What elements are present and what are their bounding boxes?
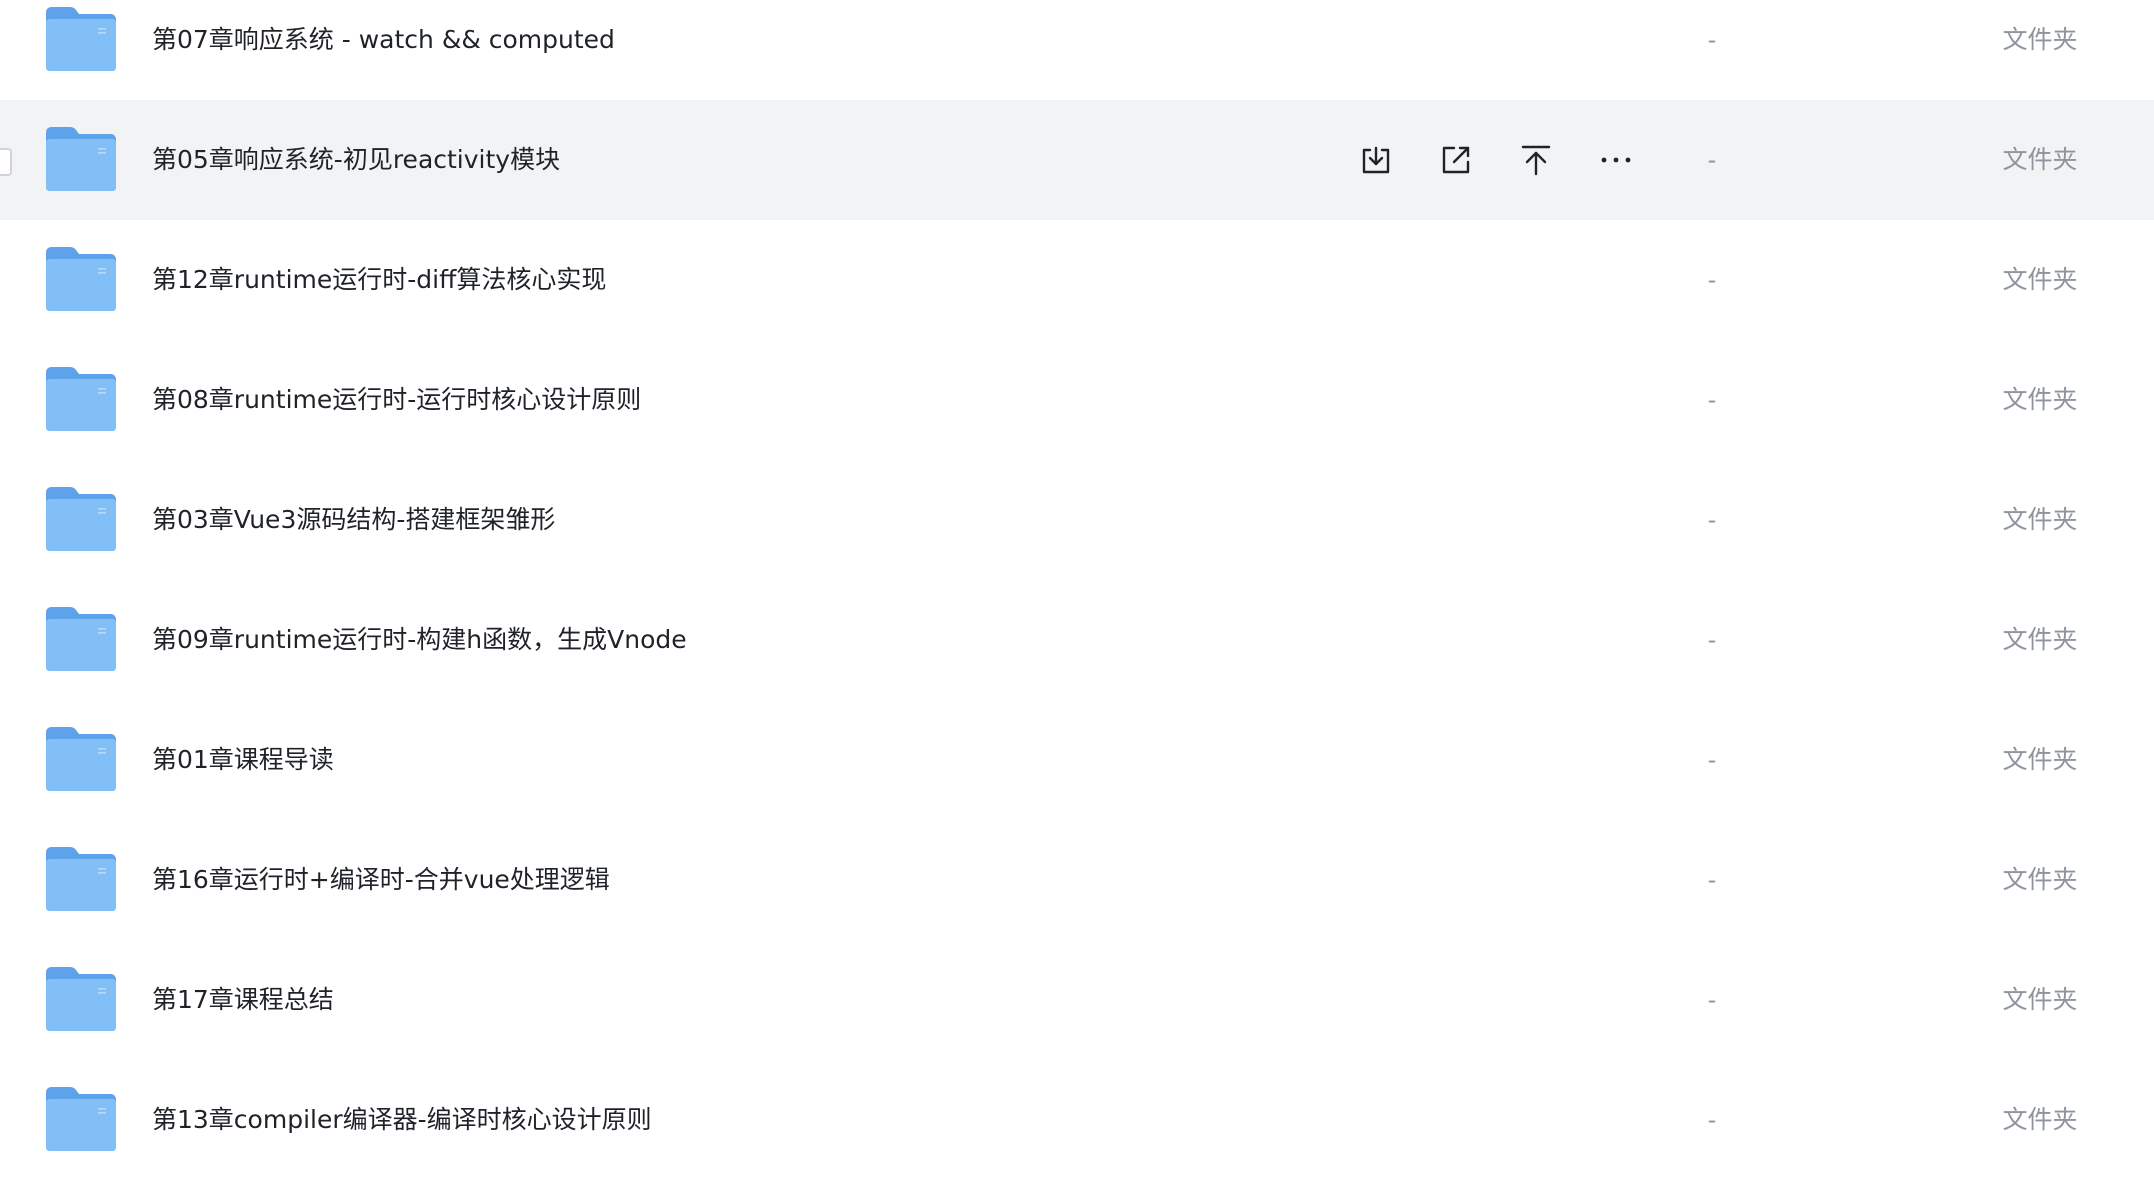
share-icon (1442, 146, 1470, 174)
file-size: - (1707, 1106, 1717, 1134)
file-type: 文件夹 (2002, 625, 2078, 654)
file-type: 文件夹 (2002, 25, 2078, 54)
file-type: 文件夹 (2002, 1105, 2078, 1134)
file-row[interactable]: 第08章runtime运行时-运行时核心设计原则 - 文件夹 (0, 340, 2154, 460)
file-size: - (1707, 626, 1717, 654)
file-name[interactable]: 第13章compiler编译器-编译时核心设计原则 (152, 1060, 652, 1180)
file-size: - (1707, 746, 1717, 774)
file-name[interactable]: 第17章课程总结 (152, 940, 334, 1060)
file-type: 文件夹 (2002, 865, 2078, 894)
file-row[interactable]: 第12章runtime运行时-diff算法核心实现 - 文件夹 (0, 220, 2154, 340)
file-size: - (1707, 506, 1717, 534)
file-list: 第07章响应系统 - watch && computed - 文件夹 第05章响… (0, 0, 2154, 1180)
file-name[interactable]: 第08章runtime运行时-运行时核心设计原则 (152, 340, 641, 460)
move-to-top-icon (1521, 145, 1551, 176)
file-row[interactable]: 第03章Vue3源码结构-搭建框架雏形 - 文件夹 (0, 460, 2154, 580)
file-name[interactable]: 第05章响应系统-初见reactivity模块 (152, 100, 560, 220)
file-row[interactable]: 第13章compiler编译器-编译时核心设计原则 - 文件夹 (0, 1060, 2154, 1180)
file-type: 文件夹 (2002, 745, 2078, 774)
file-size: - (1707, 866, 1717, 894)
file-size: - (1707, 386, 1717, 414)
file-row[interactable]: 第07章响应系统 - watch && computed - 文件夹 (0, 0, 2154, 100)
folder-icon (46, 967, 116, 1031)
row-checkbox[interactable] (0, 148, 12, 176)
file-name[interactable]: 第03章Vue3源码结构-搭建框架雏形 (152, 460, 555, 580)
download-button[interactable] (1336, 130, 1416, 190)
row-actions (1336, 130, 1656, 190)
folder-icon (46, 847, 116, 911)
file-type: 文件夹 (2002, 985, 2078, 1014)
file-size: - (1707, 26, 1717, 54)
file-type: 文件夹 (2002, 505, 2078, 534)
file-row[interactable]: 第09章runtime运行时-构建h函数，生成Vnode - 文件夹 (0, 580, 2154, 700)
file-size: - (1707, 266, 1717, 294)
folder-icon (46, 367, 116, 431)
file-name[interactable]: 第16章运行时+编译时-合并vue处理逻辑 (152, 820, 610, 940)
move-to-top-button[interactable] (1496, 130, 1576, 190)
file-name[interactable]: 第01章课程导读 (152, 700, 334, 820)
file-name[interactable]: 第09章runtime运行时-构建h函数，生成Vnode (152, 580, 687, 700)
file-type: 文件夹 (2002, 145, 2078, 174)
folder-icon (46, 247, 116, 311)
file-row[interactable]: 第01章课程导读 - 文件夹 (0, 700, 2154, 820)
more-button[interactable] (1576, 130, 1656, 190)
file-type: 文件夹 (2002, 265, 2078, 294)
file-size: - (1707, 986, 1717, 1014)
file-row[interactable]: 第17章课程总结 - 文件夹 (0, 940, 2154, 1060)
file-size: - (1707, 146, 1717, 174)
folder-icon (46, 7, 116, 71)
folder-icon (46, 607, 116, 671)
file-name[interactable]: 第07章响应系统 - watch && computed (152, 0, 615, 100)
folder-icon (46, 487, 116, 551)
folder-icon (46, 1087, 116, 1151)
more-icon (1601, 157, 1631, 163)
file-type: 文件夹 (2002, 385, 2078, 414)
file-row-hovered[interactable]: 第05章响应系统-初见reactivity模块 - 文件夹 (0, 100, 2154, 220)
file-name[interactable]: 第12章runtime运行时-diff算法核心实现 (152, 220, 606, 340)
file-row[interactable]: 第16章运行时+编译时-合并vue处理逻辑 - 文件夹 (0, 820, 2154, 940)
folder-icon (46, 727, 116, 791)
folder-icon (46, 127, 116, 191)
download-icon (1362, 146, 1390, 174)
share-button[interactable] (1416, 130, 1496, 190)
